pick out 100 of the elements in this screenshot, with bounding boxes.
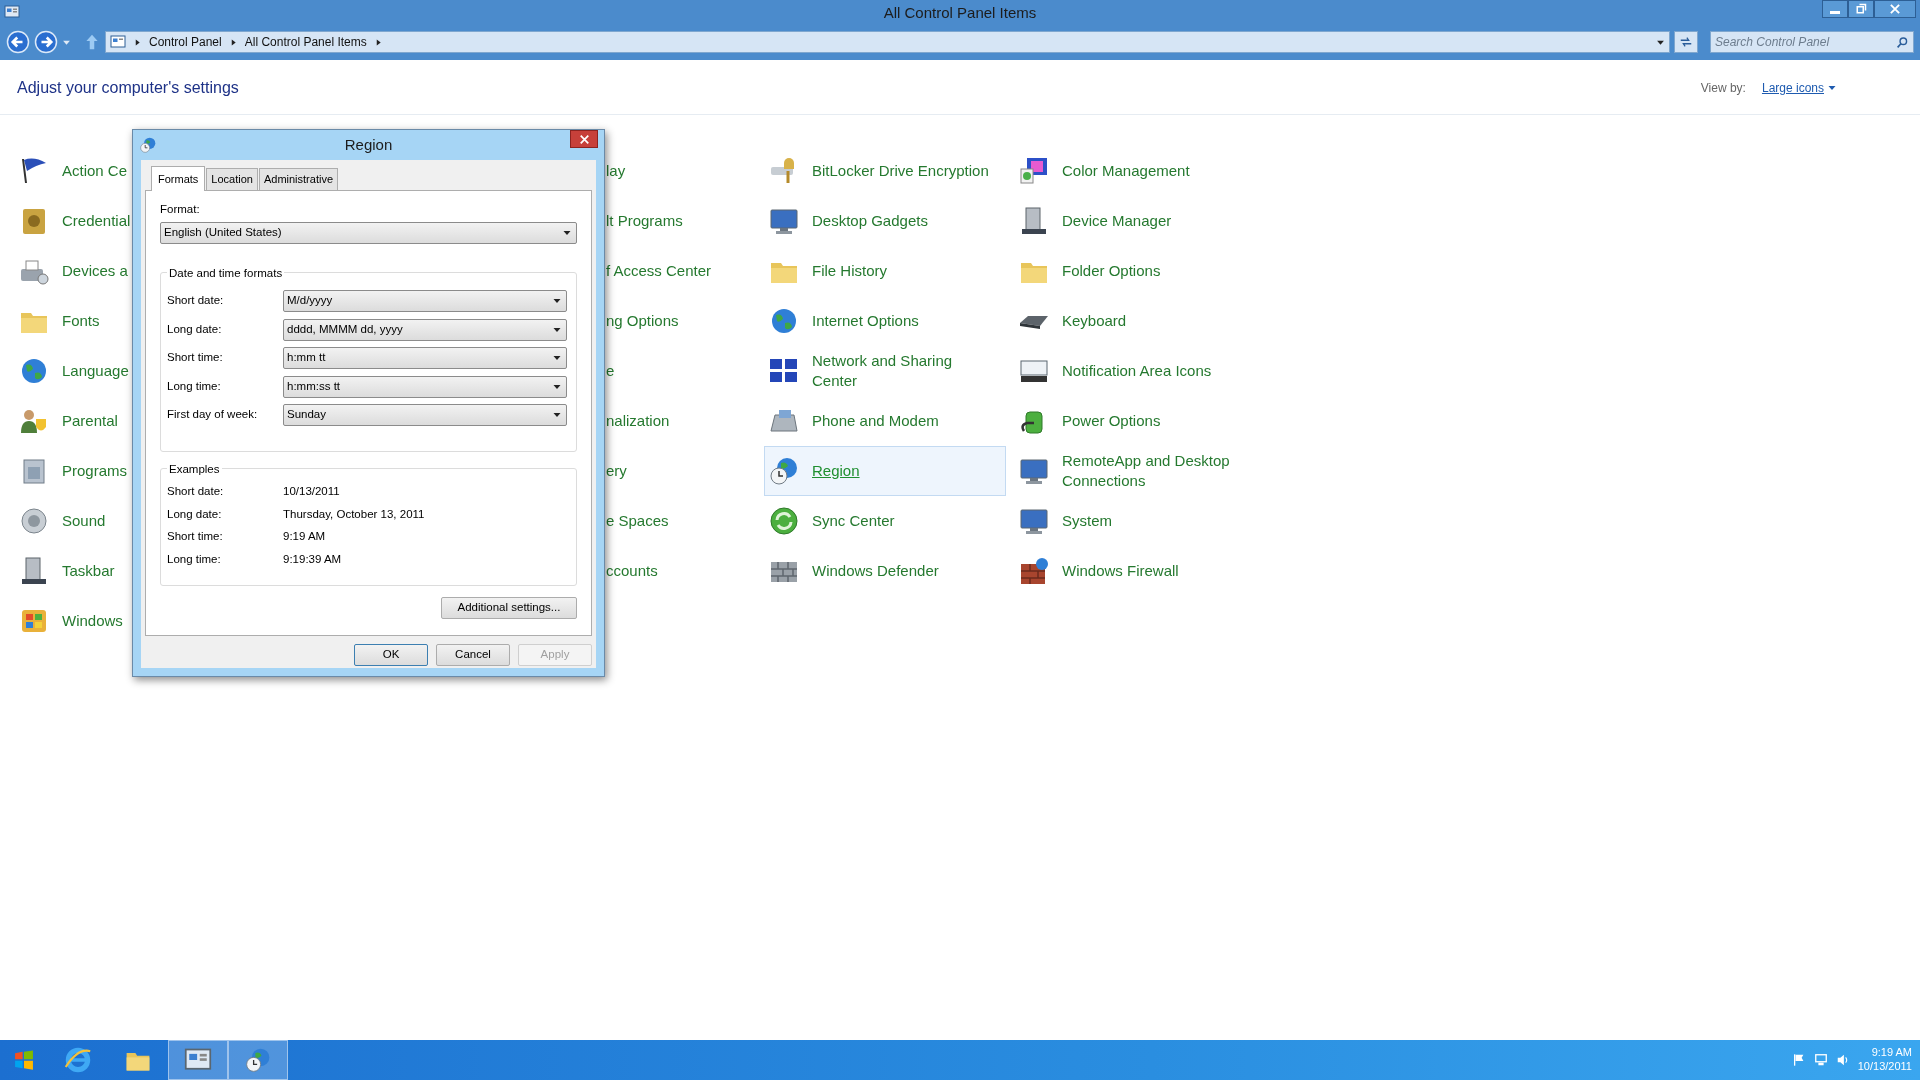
- address-bar[interactable]: Control Panel All Control Panel Items: [105, 31, 1670, 53]
- network-icon[interactable]: [1813, 1053, 1828, 1067]
- control-panel-link[interactable]: ccounts: [606, 560, 658, 582]
- flag-icon[interactable]: [1791, 1053, 1806, 1067]
- control-panel-link[interactable]: lay: [606, 160, 626, 182]
- control-panel-icon: [4, 4, 20, 20]
- control-panel-link[interactable]: lt Programs: [606, 210, 683, 232]
- globe-clock-icon: [768, 455, 800, 487]
- control-panel-link[interactable]: ng Options: [606, 310, 679, 332]
- close-icon: [578, 133, 590, 145]
- control-panel-link[interactable]: Language: [62, 360, 129, 382]
- control-panel-link[interactable]: Folder Options: [1062, 260, 1161, 282]
- breadcrumb-item[interactable]: Control Panel: [149, 33, 222, 51]
- control-panel-link[interactable]: Color Management: [1062, 160, 1190, 182]
- control-panel-link[interactable]: Network and Sharing Center: [812, 350, 996, 392]
- minimize-icon: [1830, 10, 1840, 14]
- control-panel-link[interactable]: Programs: [62, 460, 128, 482]
- windows-logo-icon: [13, 1049, 35, 1071]
- minimize-button[interactable]: [1822, 0, 1848, 18]
- dropdown[interactable]: h:mm:ss tt: [283, 375, 567, 398]
- control-panel-link[interactable]: Parental: [62, 410, 118, 432]
- chevron-icon: [374, 38, 382, 46]
- tab[interactable]: Location: [206, 168, 258, 190]
- control-panel-link[interactable]: Keyboard: [1062, 310, 1127, 332]
- dropdown[interactable]: English (United States): [160, 221, 577, 244]
- control-panel-link[interactable]: Desktop Gadgets: [812, 210, 928, 232]
- control-panel-icon: [110, 34, 126, 50]
- control-panel-link[interactable]: Action Ce: [62, 160, 128, 182]
- dropdown[interactable]: Sunday: [283, 404, 567, 426]
- tab[interactable]: Formats: [151, 166, 206, 191]
- control-panel-link[interactable]: Power Options: [1062, 410, 1161, 432]
- sync-icon: [768, 505, 800, 537]
- control-panel-link[interactable]: Sound: [62, 510, 106, 532]
- control-panel-link[interactable]: nalization: [606, 410, 670, 432]
- close-button[interactable]: [1874, 0, 1916, 18]
- refresh-button[interactable]: [1674, 31, 1698, 53]
- control-panel-link[interactable]: e Spaces: [606, 510, 669, 532]
- dialog-button[interactable]: Cancel: [436, 643, 510, 666]
- browser-icon: [64, 1046, 92, 1074]
- color-monitor-icon: [1018, 155, 1050, 187]
- close-button[interactable]: [570, 130, 598, 148]
- field-label: Short time:: [167, 529, 224, 545]
- control-panel-link[interactable]: Phone and Modem: [812, 410, 939, 432]
- control-panel-link[interactable]: ery: [606, 460, 627, 482]
- control-panel-link[interactable]: Credential: [62, 210, 131, 232]
- control-panel-link[interactable]: e: [606, 360, 615, 382]
- tab[interactable]: Administrative: [258, 168, 338, 190]
- speaker-icon[interactable]: [1835, 1053, 1850, 1067]
- field-label: Long date:: [167, 506, 223, 522]
- control-panel-link[interactable]: Device Manager: [1062, 210, 1172, 232]
- caret-icon: [563, 228, 571, 237]
- additional-settings-button[interactable]: Additional settings...: [441, 596, 577, 619]
- back-button[interactable]: [6, 30, 30, 54]
- view-by-dropdown[interactable]: Large icons: [1761, 79, 1836, 97]
- field-label: Format:: [160, 201, 201, 217]
- caret-icon: [553, 297, 561, 305]
- search-icon[interactable]: [1896, 35, 1909, 49]
- window-title: All Control Panel Items: [883, 3, 1037, 23]
- caret-icon: [553, 325, 561, 334]
- close-icon: [1889, 3, 1901, 15]
- field-label: First day of week:: [167, 407, 259, 423]
- field-label: Long date:: [167, 321, 223, 337]
- forward-button[interactable]: [34, 30, 58, 54]
- field-label: Long time:: [167, 551, 222, 567]
- field-label: Short time:: [167, 350, 224, 366]
- taskbar-app[interactable]: [228, 1040, 288, 1080]
- dropdown[interactable]: M/d/yyyy: [283, 290, 567, 312]
- dialog-button[interactable]: OK: [354, 643, 428, 666]
- caret-icon: [553, 354, 561, 362]
- control-panel-link[interactable]: Windows Firewall: [1062, 560, 1179, 582]
- control-panel-link[interactable]: File History: [812, 260, 887, 282]
- control-panel-link[interactable]: Fonts: [62, 310, 100, 332]
- control-panel-link[interactable]: RemoteApp and Desktop Connections: [1062, 450, 1246, 492]
- control-panel-link[interactable]: Windows Defender: [812, 560, 939, 582]
- control-panel-link[interactable]: System: [1062, 510, 1112, 532]
- control-panel-link[interactable]: Windows: [62, 610, 123, 632]
- selected-item-highlight[interactable]: Region: [764, 446, 1006, 496]
- control-panel-link[interactable]: Devices a: [62, 260, 128, 282]
- globe-clock-icon: [139, 136, 157, 154]
- example-value: 10/13/2011: [283, 484, 340, 500]
- control-panel-link[interactable]: Sync Center: [812, 510, 895, 532]
- control-panel-link[interactable]: Region: [812, 460, 860, 482]
- restore-button[interactable]: [1848, 0, 1874, 18]
- breadcrumb-item[interactable]: All Control Panel Items: [244, 33, 367, 51]
- page-heading: Adjust your computer's settings: [17, 78, 239, 98]
- restore-icon: [1855, 3, 1867, 15]
- caret-icon: [553, 411, 561, 419]
- example-value: 9:19 AM: [283, 529, 326, 545]
- field-label: Short date:: [167, 293, 225, 309]
- control-panel-link[interactable]: f Access Center: [606, 260, 712, 282]
- control-panel-link[interactable]: Taskbar: [62, 560, 115, 582]
- control-panel-link[interactable]: BitLocker Drive Encryption: [812, 160, 989, 182]
- dropdown[interactable]: dddd, MMMM dd, yyyy: [283, 318, 567, 341]
- taskbar-app[interactable]: [168, 1040, 228, 1080]
- search-field[interactable]: Search Control Panel: [1710, 31, 1914, 53]
- control-panel-link[interactable]: Notification Area Icons: [1062, 360, 1212, 382]
- chevron-icon: [134, 38, 141, 46]
- control-panel-link[interactable]: Internet Options: [812, 310, 919, 332]
- dropdown[interactable]: h:mm tt: [283, 347, 567, 369]
- clock-date: 10/13/2011: [1857, 1060, 1912, 1074]
